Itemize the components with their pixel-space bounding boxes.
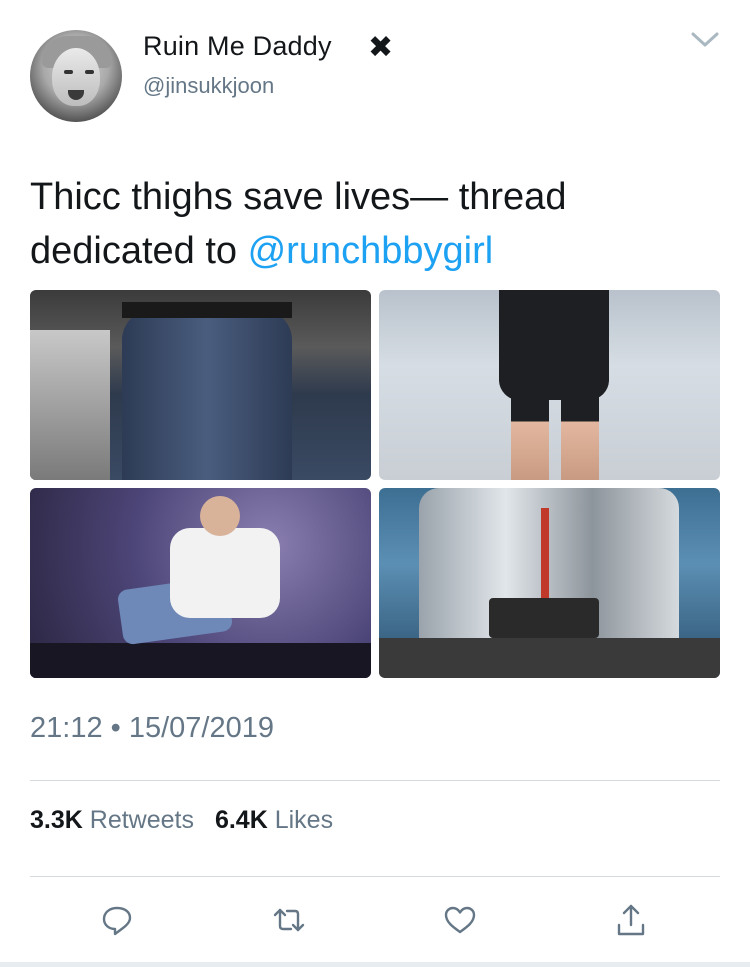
retweets-label[interactable]: Retweets [90, 806, 194, 834]
chevron-down-icon[interactable] [690, 28, 720, 50]
media-grid [30, 290, 720, 678]
photo-3-stage [30, 643, 371, 678]
likes-count[interactable]: 6.4K [215, 806, 268, 834]
photo-3-head [200, 496, 240, 536]
photo-4-bottom [379, 638, 720, 678]
user-handle[interactable]: @jinsukkjoon [143, 73, 274, 99]
retweet-icon[interactable] [272, 903, 306, 937]
likes-label[interactable]: Likes [275, 806, 333, 834]
photo-1-jeans [122, 310, 292, 480]
photo-1-belt [122, 302, 292, 318]
photo-3[interactable] [30, 488, 371, 678]
reply-icon[interactable] [100, 903, 134, 937]
photo-2-leg-left [511, 390, 549, 480]
photo-1-detail [30, 330, 110, 480]
tweet-detail: Ruin Me Daddy ✖ @jinsukkjoon Thicc thigh… [0, 0, 750, 967]
like-icon[interactable] [443, 903, 477, 937]
photo-4-pocket [489, 598, 599, 638]
mention-link[interactable]: @runchbbygirl [248, 230, 494, 272]
photo-4[interactable] [379, 488, 720, 678]
photo-2[interactable] [379, 290, 720, 480]
avatar-eye-left [64, 70, 73, 74]
photo-2-figure [499, 290, 609, 400]
display-name[interactable]: Ruin Me Daddy [143, 31, 332, 62]
tweet-text: Thicc thighs save lives— thread dedicate… [30, 170, 720, 278]
avatar-eye-right [85, 70, 94, 74]
photo-3-shirt [170, 528, 280, 618]
divider [30, 876, 720, 877]
photo-2-leg-right [561, 390, 599, 480]
photo-1[interactable] [30, 290, 371, 480]
share-icon[interactable] [614, 903, 648, 937]
retweets-count[interactable]: 3.3K [30, 806, 83, 834]
photo-4-stripe [541, 508, 549, 598]
tweet-timestamp[interactable]: 21:12 • 15/07/2019 [30, 712, 274, 745]
divider [30, 780, 720, 781]
name-badge-icon: ✖ [368, 31, 394, 64]
bottom-bar [0, 962, 750, 967]
avatar[interactable] [30, 30, 122, 122]
engagement-stats: 3.3K Retweets 6.4K Likes [30, 806, 333, 835]
